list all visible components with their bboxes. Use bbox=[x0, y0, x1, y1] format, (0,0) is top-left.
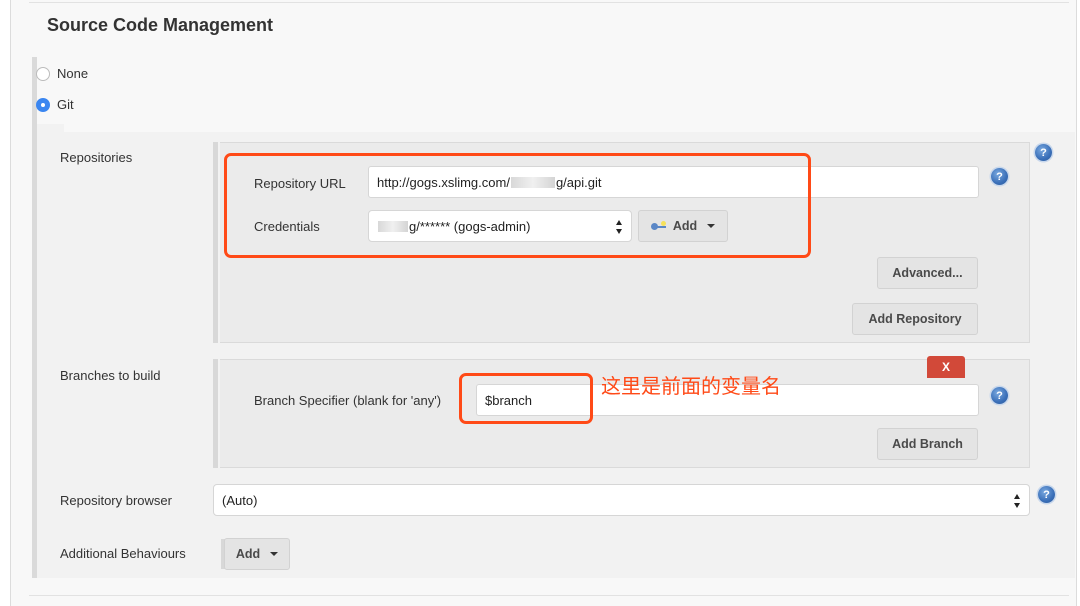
radio-git[interactable] bbox=[36, 97, 50, 112]
caret-down-icon bbox=[270, 552, 279, 556]
key-icon bbox=[650, 221, 667, 231]
delete-branch-button[interactable]: X bbox=[927, 356, 965, 378]
top-divider bbox=[29, 2, 1069, 3]
add-behaviour-label: Add bbox=[235, 547, 261, 561]
scm-option-none[interactable]: None bbox=[36, 66, 88, 81]
repository-browser-help-icon[interactable]: ? bbox=[1038, 486, 1055, 503]
repository-url-input[interactable]: http://gogs.xslimg.com/g/api.git bbox=[368, 166, 979, 198]
repository-url-suffix: g/api.git bbox=[555, 174, 602, 190]
scm-option-git[interactable]: Git bbox=[36, 97, 74, 112]
section-title: Source Code Management bbox=[47, 15, 274, 35]
select-arrows-icon bbox=[616, 220, 623, 234]
credentials-label: Credentials bbox=[254, 219, 320, 234]
add-credentials-label: Add bbox=[672, 219, 698, 233]
additional-behaviours-label: Additional Behaviours bbox=[60, 546, 186, 561]
repository-url-prefix: http://gogs.xslimg.com/ bbox=[377, 174, 510, 190]
branch-specifier-help-icon[interactable]: ? bbox=[991, 387, 1008, 404]
repositories-label: Repositories bbox=[60, 150, 133, 165]
repository-url-label: Repository URL bbox=[254, 176, 346, 191]
add-behaviour-button[interactable]: Add bbox=[224, 538, 290, 570]
branch-specifier-value: $branch bbox=[485, 392, 532, 408]
radio-none-label: None bbox=[57, 66, 89, 81]
scm-config-page: Source Code Management None Git Reposito… bbox=[10, 0, 1077, 606]
branches-label: Branches to build bbox=[60, 368, 161, 383]
redacted-text bbox=[510, 176, 555, 188]
advanced-button[interactable]: Advanced... bbox=[877, 257, 978, 289]
bottom-divider bbox=[29, 595, 1069, 596]
caret-down-icon bbox=[707, 224, 716, 228]
credentials-select[interactable]: g/****** (gogs-admin) bbox=[368, 210, 632, 242]
repository-url-help-icon[interactable]: ? bbox=[991, 168, 1008, 185]
branch-specifier-label: Branch Specifier (blank for 'any') bbox=[254, 393, 442, 408]
redacted-text bbox=[378, 220, 408, 232]
radio-none[interactable] bbox=[36, 66, 50, 81]
repositories-help-icon[interactable]: ? bbox=[1035, 144, 1052, 161]
repository-browser-select[interactable]: (Auto) bbox=[213, 484, 1030, 516]
add-branch-button[interactable]: Add Branch bbox=[877, 428, 978, 460]
repository-browser-label: Repository browser bbox=[60, 493, 172, 508]
repository-browser-value: (Auto) bbox=[222, 492, 258, 508]
select-arrows-icon bbox=[1014, 494, 1021, 508]
annotation-text: 这里是前面的变量名 bbox=[601, 374, 781, 398]
add-repository-button[interactable]: Add Repository bbox=[852, 303, 978, 335]
credentials-value: g/****** (gogs-admin) bbox=[409, 218, 531, 234]
radio-git-label: Git bbox=[57, 97, 74, 112]
add-credentials-button[interactable]: Add bbox=[638, 210, 728, 242]
